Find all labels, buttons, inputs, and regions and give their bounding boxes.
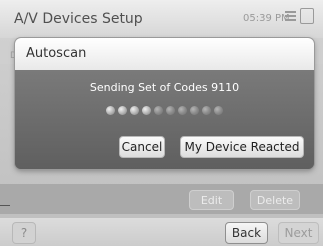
progress-message: Sending Set of Codes 9110 xyxy=(89,81,240,94)
delete-button[interactable]: Delete xyxy=(250,190,300,210)
callout-line xyxy=(0,205,10,206)
next-button[interactable]: Next xyxy=(278,222,319,244)
progress-dots xyxy=(15,106,314,118)
dialog-title: Autoscan xyxy=(26,46,87,61)
app-title: A/V Devices Setup xyxy=(14,11,143,27)
back-button[interactable]: Back xyxy=(225,222,268,244)
autoscan-dialog: Autoscan Sending Set of Codes 9110 Cance… xyxy=(15,38,314,169)
dialog-header: Autoscan xyxy=(15,38,314,70)
status-bars-icon xyxy=(285,10,296,23)
dialog-body: Sending Set of Codes 9110 Cancel My Devi… xyxy=(15,70,314,169)
tray-icon[interactable] xyxy=(300,8,314,24)
progress-dot-icon xyxy=(142,106,151,115)
progress-dot-icon xyxy=(178,106,187,115)
progress-dot-icon xyxy=(202,106,211,115)
device-reacted-button[interactable]: My Device Reacted xyxy=(180,136,304,158)
footer-bar: ? Back Next xyxy=(0,218,323,246)
help-button[interactable]: ? xyxy=(12,222,36,244)
screen: A/V Devices Setup 05:39 PM D e Edit Dele… xyxy=(0,0,323,246)
clock: 05:39 PM xyxy=(243,13,290,24)
progress-dot-icon xyxy=(106,106,115,115)
cancel-button[interactable]: Cancel xyxy=(119,136,165,158)
title-bar: A/V Devices Setup 05:39 PM xyxy=(0,0,323,38)
progress-dot-icon xyxy=(166,106,175,115)
progress-dot-icon xyxy=(118,106,127,115)
progress-dot-icon xyxy=(154,106,163,115)
progress-dot-icon xyxy=(214,106,223,115)
progress-dot-icon xyxy=(190,106,199,115)
edit-button[interactable]: Edit xyxy=(189,190,234,210)
progress-dot-icon xyxy=(130,106,139,115)
